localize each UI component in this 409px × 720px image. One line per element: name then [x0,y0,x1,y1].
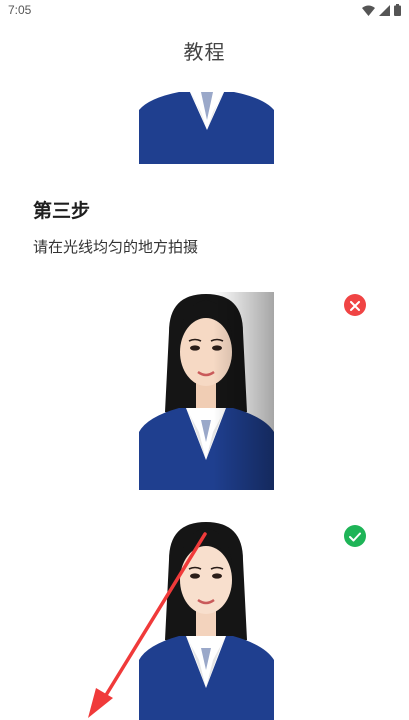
wifi-icon [362,5,375,16]
page-title: 教程 [183,39,226,64]
wrong-badge [344,294,366,316]
status-time: 7:05 [8,3,32,17]
step-description: 请在光线均匀的地方拍摄 [33,238,199,256]
status-bar: 7:05 [0,0,409,22]
previous-example-photo [139,90,274,164]
correct-badge [344,525,366,547]
even-light-example-photo [139,520,274,720]
cellular-signal-icon [379,4,390,16]
close-icon [350,296,360,315]
title-bar: 教程 [0,22,409,78]
check-icon [349,527,361,546]
step-heading: 第三步 [33,200,91,222]
status-icons [362,3,401,17]
uneven-light-example-photo [139,292,274,490]
battery-icon [394,4,401,16]
